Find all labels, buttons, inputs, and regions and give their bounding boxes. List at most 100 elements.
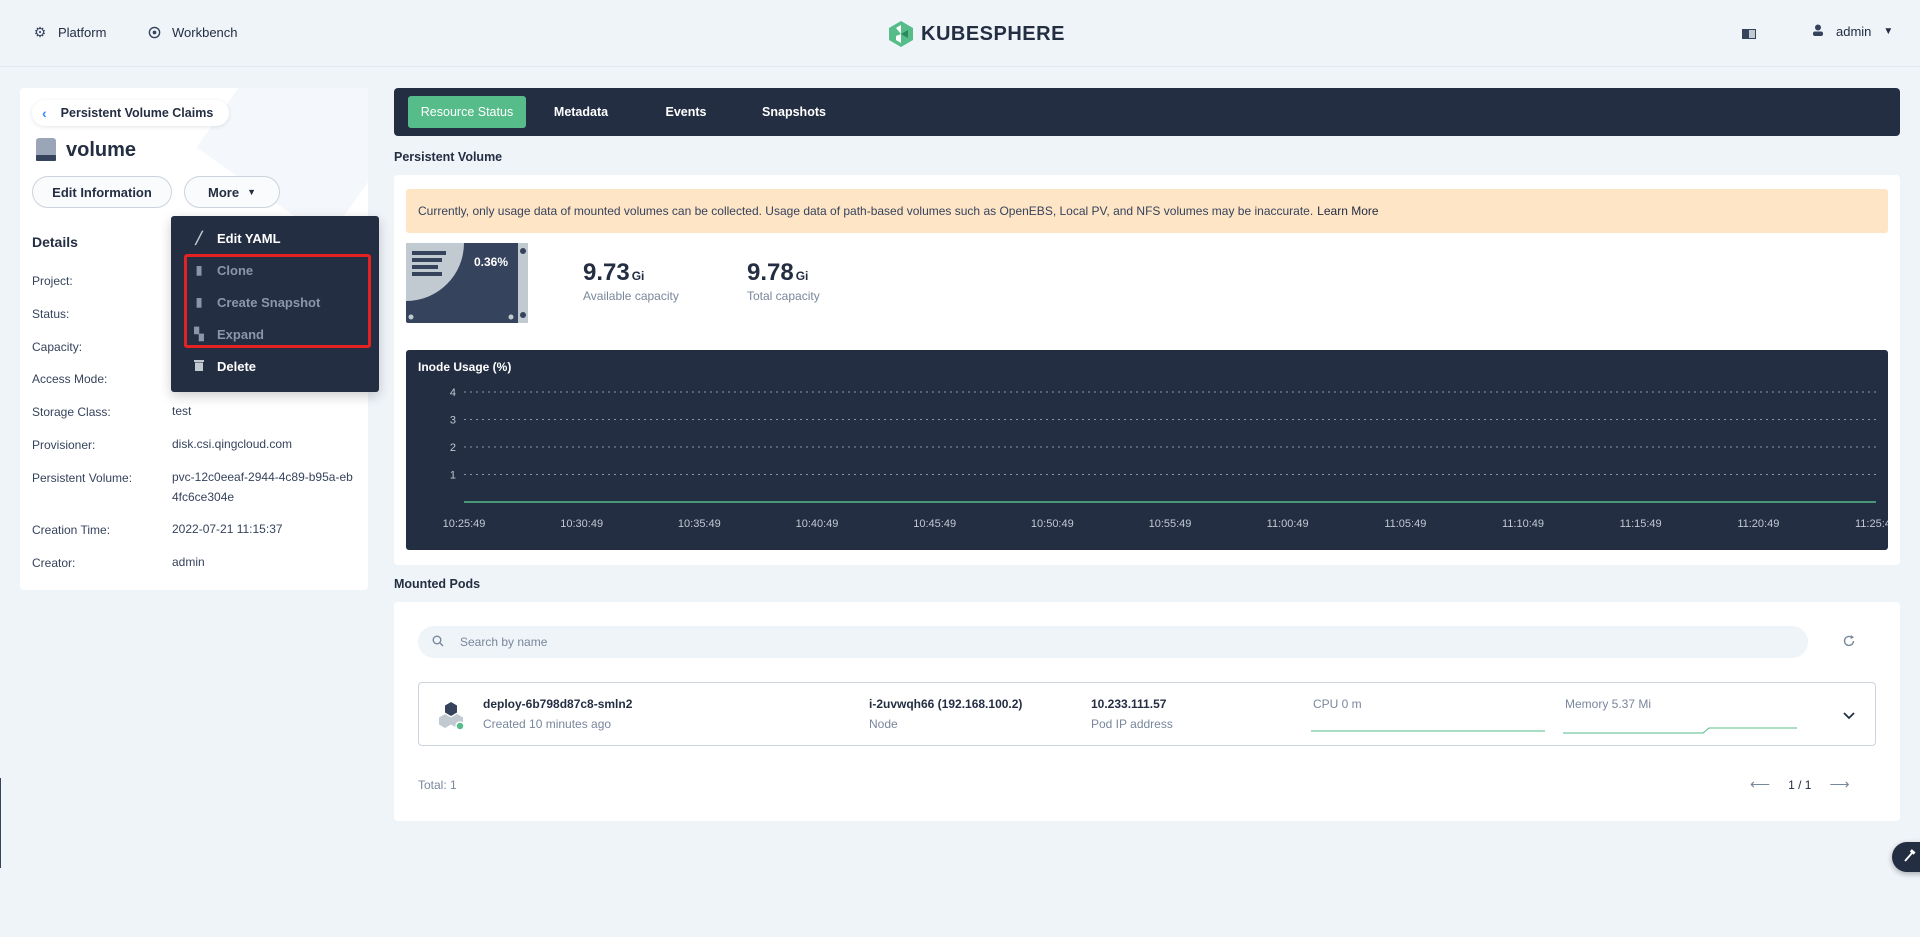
menu-item-label: Create Snapshot	[217, 294, 321, 310]
cpu-sparkline	[1311, 730, 1545, 732]
field-label-storage-class: Storage Class:	[32, 405, 111, 419]
total-unit: Gi	[795, 269, 809, 283]
available-value: 9.73	[583, 259, 630, 286]
field-value-creator: admin	[172, 555, 205, 569]
kubesphere-logo-icon	[889, 21, 913, 47]
chart-plot: 1 2 3 4 10:25:49 10:30:49 10:35:49 10:40:49 10:4…	[443, 387, 1888, 530]
pod-ip-label: Pod IP address	[1091, 717, 1173, 731]
expand-row-icon[interactable]	[1843, 707, 1855, 723]
expand-icon: ▚	[194, 327, 204, 341]
snapshot-icon: ▮	[195, 295, 203, 309]
tab-snapshots[interactable]: Snapshots	[744, 96, 844, 128]
y-tick-label: 1	[450, 470, 456, 482]
nav-workbench-label: Workbench	[172, 24, 238, 40]
prev-page-icon[interactable]: ⟵	[1750, 776, 1770, 793]
copy-icon: ▮	[195, 263, 203, 277]
caret-down-icon: ▼	[1883, 26, 1894, 37]
tab-bar: Resource Status Metadata Events Snapshot…	[394, 88, 1900, 136]
caret-down-icon: ▼	[247, 187, 256, 197]
mounted-pods-card: deploy-6b798d87c8-smln2 Created 10 minut…	[394, 602, 1900, 821]
pod-created: Created 10 minutes ago	[483, 717, 612, 731]
edit-information-button[interactable]: Edit Information	[32, 176, 172, 208]
hammer-icon	[1902, 848, 1916, 866]
memory-sparkline	[1563, 727, 1797, 734]
nav-platform[interactable]: ⚙ Platform	[32, 23, 107, 40]
menu-item-edit-yaml[interactable]: ╱ Edit YAML	[171, 222, 379, 254]
learn-more-link[interactable]: Learn More	[1317, 204, 1378, 218]
x-tick-label: 10:55:49	[1149, 518, 1192, 530]
gear-icon: ⚙	[33, 23, 47, 40]
alert-text: Currently, only usage data of mounted vo…	[418, 204, 1314, 218]
x-tick-label: 10:30:49	[560, 518, 603, 530]
next-page-icon[interactable]: ⟶	[1829, 776, 1849, 793]
menu-item-expand[interactable]: ▚ Expand	[171, 318, 379, 350]
x-tick-label: 11:20:49	[1737, 518, 1779, 530]
details-heading: Details	[32, 234, 78, 250]
search-icon	[432, 635, 444, 650]
pod-search-bar[interactable]	[418, 626, 1808, 658]
x-tick-label: 10:50:49	[1031, 518, 1074, 530]
usage-alert: Currently, only usage data of mounted vo…	[406, 189, 1888, 233]
edge-divider	[0, 778, 1, 868]
docs-icon[interactable]	[1742, 28, 1756, 39]
menu-item-clone[interactable]: ▮ Clone	[171, 254, 379, 286]
user-menu[interactable]: admin ▼	[1812, 24, 1893, 39]
pod-node: i-2uvwqh66 (192.168.100.2)	[869, 697, 1023, 711]
persistent-volume-heading: Persistent Volume	[394, 150, 503, 164]
menu-item-create-snapshot[interactable]: ▮ Create Snapshot	[171, 286, 379, 318]
field-label-creator: Creator:	[32, 556, 76, 570]
tab-resource-status[interactable]: Resource Status	[408, 96, 526, 128]
user-icon	[1812, 24, 1824, 39]
tab-events[interactable]: Events	[646, 96, 726, 128]
search-input[interactable]	[460, 635, 1760, 649]
pen-icon: ╱	[195, 231, 203, 245]
pod-cpu: CPU 0 m	[1313, 697, 1362, 711]
volume-usage-graphic: 0.36%	[406, 243, 528, 323]
menu-item-label: Edit YAML	[217, 230, 281, 246]
usage-percent: 0.36%	[474, 255, 509, 269]
field-value-persistent-volume[interactable]: pvc-12c0eeaf-2944-4c89-b95a-eb4fc6ce304e	[172, 467, 356, 507]
total-capacity: 9.78 Gi Total capacity	[747, 259, 820, 303]
pod-row[interactable]: deploy-6b798d87c8-smln2 Created 10 minut…	[418, 682, 1876, 746]
chevron-left-icon: ‹	[42, 105, 47, 121]
disk-icon	[36, 138, 56, 162]
tab-metadata[interactable]: Metadata	[534, 96, 628, 128]
menu-item-delete[interactable]: Delete	[171, 350, 379, 382]
field-label-status: Status:	[32, 307, 70, 321]
toolbox-button[interactable]	[1892, 842, 1920, 872]
x-tick-label: 11:25:49	[1855, 518, 1888, 530]
menu-item-label: Clone	[217, 262, 254, 278]
back-label: Persistent Volume Claims	[60, 106, 214, 120]
available-label: Available capacity	[583, 289, 679, 303]
x-tick-label: 11:05:49	[1384, 518, 1426, 530]
more-button[interactable]: More ▼	[184, 176, 280, 208]
available-capacity: 9.73 Gi Available capacity	[583, 259, 679, 303]
pod-node-label: Node	[869, 717, 898, 731]
x-tick-label: 11:15:49	[1620, 518, 1662, 530]
nav-platform-label: Platform	[58, 24, 107, 40]
field-label-provisioner: Provisioner:	[32, 438, 96, 452]
back-button[interactable]: ‹ Persistent Volume Claims	[32, 100, 230, 126]
x-tick-label: 11:10:49	[1502, 518, 1544, 530]
pod-name[interactable]: deploy-6b798d87c8-smln2	[483, 697, 632, 711]
field-label-project: Project:	[32, 274, 73, 288]
refresh-icon[interactable]	[1842, 634, 1856, 651]
field-label-creation-time: Creation Time:	[32, 523, 111, 537]
field-label-capacity: Capacity:	[32, 340, 83, 354]
x-tick-label: 10:45:49	[913, 518, 956, 530]
trash-icon	[193, 359, 205, 374]
x-tick-label: 10:35:49	[678, 518, 721, 530]
field-value-creation-time: 2022-07-21 11:15:37	[172, 522, 283, 536]
x-tick-label: 10:25:49	[443, 518, 486, 530]
available-unit: Gi	[631, 269, 645, 283]
x-tick-label: 11:00:49	[1267, 518, 1309, 530]
more-dropdown-menu: ╱ Edit YAML ▮ Clone ▮ Create Snapshot ▚ …	[171, 216, 379, 392]
kubesphere-logo[interactable]: KUBESPHERE	[888, 20, 1065, 48]
menu-item-label: Expand	[217, 326, 264, 342]
mounted-pods-heading: Mounted Pods	[394, 577, 481, 591]
menu-item-label: Delete	[217, 358, 257, 374]
field-value-provisioner: disk.csi.qingcloud.com	[172, 437, 293, 451]
pod-memory: Memory 5.37 Mi	[1565, 697, 1652, 711]
y-tick-label: 2	[450, 442, 456, 454]
nav-workbench[interactable]: Workbench	[146, 24, 238, 40]
